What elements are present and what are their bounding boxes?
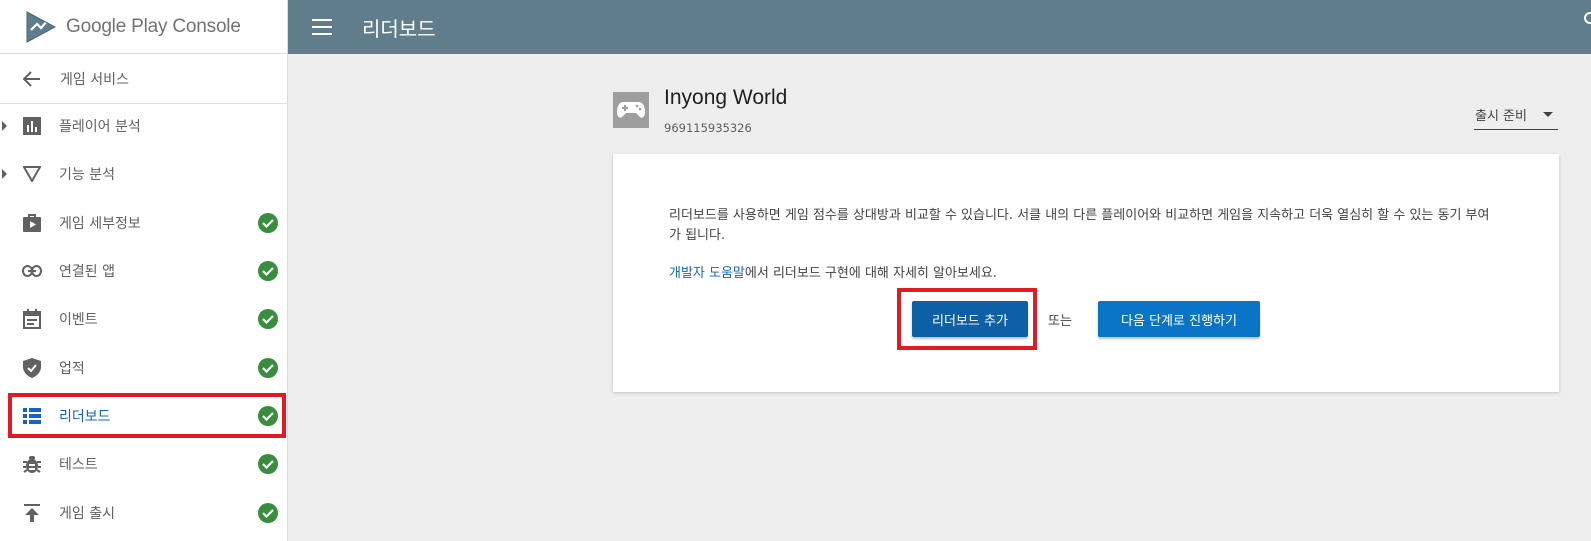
- app-name: Inyong World: [664, 86, 788, 109]
- expand-caret-icon[interactable]: [2, 121, 7, 132]
- sidebar-item-publishing[interactable]: 게임 출시: [0, 488, 288, 536]
- sidebar-item-testing[interactable]: 테스트: [0, 440, 288, 488]
- add-button-highlight-box: [897, 288, 1037, 350]
- play-console-logo-icon: [26, 10, 56, 43]
- search-icon[interactable]: [1581, 12, 1591, 28]
- sidebar-item-label: 연결된 앱: [59, 264, 115, 281]
- sidebar-item-label: 테스트: [59, 457, 98, 474]
- check-circle-icon: [258, 212, 278, 233]
- check-circle-icon: [258, 454, 278, 475]
- sidebar-item-label: 이벤트: [59, 312, 98, 329]
- sidebar-item-player-analytics[interactable]: 플레이어 분석: [0, 102, 288, 150]
- check-circle-icon: [258, 357, 278, 378]
- or-separator: 또는: [1048, 314, 1072, 329]
- help-text: 개발자 도움말에서 리더보드 구현에 대해 자세히 알아보세요.: [669, 262, 997, 281]
- page-title: 리더보드: [362, 16, 436, 41]
- arrow-back-icon: [22, 69, 42, 89]
- check-circle-icon: [258, 261, 278, 282]
- calendar-icon: [21, 308, 43, 330]
- sidebar-nav: 플레이어 분석 기능 분석 게임 세부정보 연결된 앱 이벤트 업적 리더보드 …: [0, 102, 288, 537]
- sidebar-item-label: 게임 출시: [59, 505, 115, 522]
- sidebar: Google Play Console 게임 서비스 플레이어 분석 기능 분석: [0, 0, 288, 541]
- app-id: 969115935326: [664, 121, 752, 135]
- check-circle-icon: [258, 309, 278, 330]
- brand-name: Google Play Console: [66, 15, 241, 37]
- sidebar-item-feature-analytics[interactable]: 기능 분석: [0, 150, 288, 198]
- sidebar-item-label: 게임 세부정보: [59, 215, 141, 232]
- menu-icon[interactable]: [312, 19, 332, 35]
- gamepad-icon: [613, 92, 649, 128]
- sidebar-item-label: 플레이어 분석: [59, 119, 141, 136]
- top-app-bar: 리더보드: [288, 0, 1591, 54]
- bar-chart-icon: [21, 115, 43, 137]
- leaderboards-description: 리더보드를 사용하면 게임 점수를 상대방과 비교할 수 있습니다. 서클 내의…: [669, 208, 1490, 243]
- expand-caret-icon[interactable]: [2, 169, 7, 180]
- help-text-rest: 에서 리더보드 구현에 대해 자세히 알아보세요.: [744, 266, 997, 281]
- sidebar-item-achievements[interactable]: 업적: [0, 343, 288, 391]
- check-circle-icon: [258, 502, 278, 523]
- release-status-dropdown[interactable]: 출시 준비: [1474, 100, 1558, 130]
- back-to-game-services[interactable]: 게임 서비스: [0, 54, 287, 104]
- sidebar-item-linked-apps[interactable]: 연결된 앱: [0, 247, 288, 295]
- sidebar-item-label: 기능 분석: [59, 167, 115, 184]
- funnel-icon: [21, 163, 43, 185]
- shield-check-icon: [21, 357, 43, 379]
- play-bag-icon: [21, 212, 43, 234]
- developer-help-link[interactable]: 개발자 도움말: [669, 266, 745, 281]
- link-icon: [21, 260, 43, 282]
- leaderboards-highlight-box: [8, 393, 286, 438]
- sidebar-item-label: 업적: [59, 360, 85, 377]
- back-label: 게임 서비스: [60, 71, 129, 88]
- leaderboards-intro-card: 리더보드를 사용하면 게임 점수를 상대방과 비교할 수 있습니다. 서클 내의…: [613, 154, 1559, 392]
- publish-icon: [21, 502, 43, 524]
- sidebar-item-game-details[interactable]: 게임 세부정보: [0, 199, 288, 247]
- bug-icon: [21, 453, 43, 475]
- dropdown-arrow-icon: [1543, 112, 1553, 117]
- continue-next-step-button[interactable]: 다음 단계로 진행하기: [1098, 301, 1260, 337]
- brand[interactable]: Google Play Console: [0, 0, 287, 54]
- release-status-value: 출시 준비: [1475, 109, 1527, 124]
- sidebar-item-events[interactable]: 이벤트: [0, 295, 288, 343]
